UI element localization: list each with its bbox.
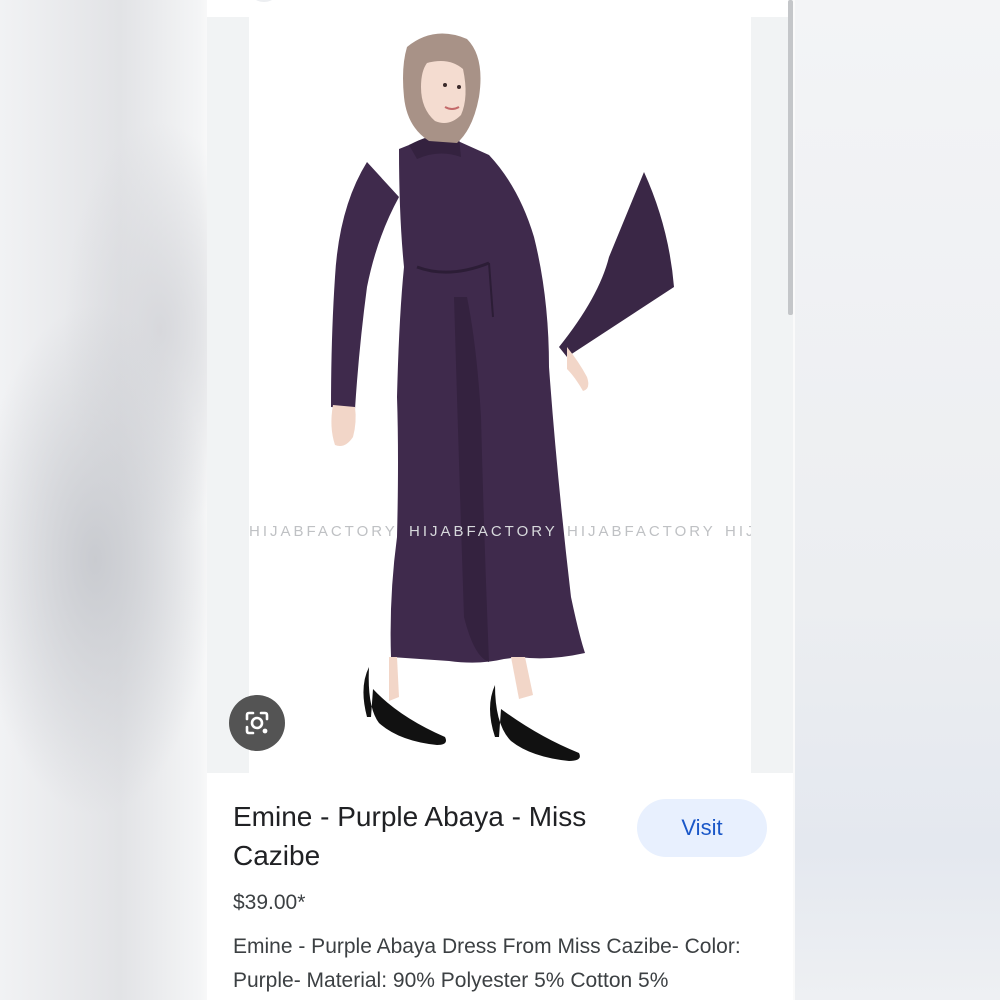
lens-search-button[interactable] xyxy=(229,695,285,751)
watermark-text: HIJABFACTORY xyxy=(409,523,558,540)
product-photo[interactable]: HIJABFACTORY HIJABFACTORY HIJABFACTORY H… xyxy=(249,17,751,773)
product-image-area[interactable]: HIJABFACTORY HIJABFACTORY HIJABFACTORY H… xyxy=(207,17,793,773)
visit-button[interactable]: Visit xyxy=(637,799,767,857)
watermark-text: HIJABFACTORY xyxy=(567,523,716,540)
avatar xyxy=(247,0,281,2)
product-price: $39.00* xyxy=(233,891,306,914)
product-card: HIJABFACTORY HIJABFACTORY HIJABFACTORY H… xyxy=(207,0,793,1000)
product-title: Emine - Purple Abaya - Miss Cazibe xyxy=(233,801,587,871)
blurred-backdrop-right xyxy=(795,0,1000,1000)
model-illustration xyxy=(331,33,674,761)
scrollbar[interactable] xyxy=(788,0,793,315)
lens-camera-icon xyxy=(245,711,269,735)
product-description: Emine - Purple Abaya Dress From Miss Caz… xyxy=(233,935,741,992)
watermark-text: HIJ xyxy=(725,523,751,540)
watermark-text: HIJABFACTORY xyxy=(249,523,398,540)
